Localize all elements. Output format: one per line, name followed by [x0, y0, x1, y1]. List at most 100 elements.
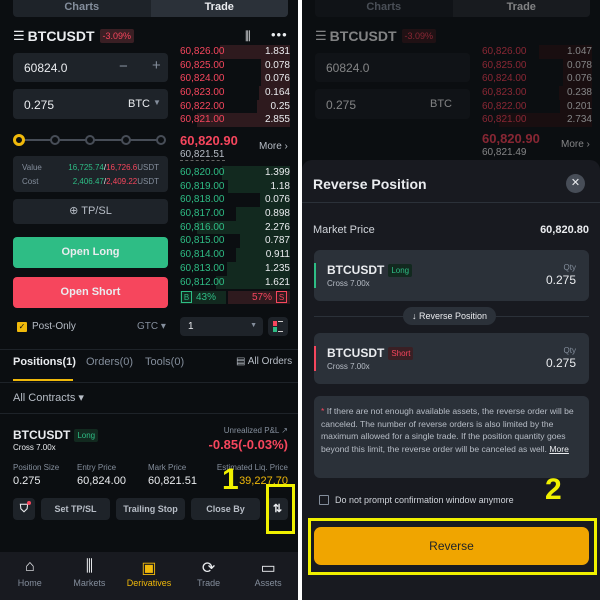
price: 60,816.00	[180, 221, 225, 233]
close-button[interactable]: ✕	[566, 174, 585, 193]
orderbook-row[interactable]: 60,822.00 0.25	[180, 99, 290, 114]
orderbook-row[interactable]: 60,823.00 0.238	[482, 86, 592, 100]
shield-button[interactable]: ⛉	[13, 498, 35, 520]
orderbook-row[interactable]: 60,824.00 0.076	[180, 72, 290, 87]
all-orders-link[interactable]: ▤ All Orders	[236, 356, 292, 367]
tpsl-label: TP/SL	[81, 205, 112, 217]
tab-charts[interactable]: Charts	[13, 0, 151, 17]
price: 60,818.00	[180, 194, 225, 206]
nav-trade[interactable]: ⟳ Trade	[179, 552, 239, 600]
nav-home[interactable]: ⌂ Home	[0, 552, 60, 600]
orderbook-row[interactable]: 60,823.00 0.164	[180, 86, 290, 100]
home-icon: ⌂	[24, 558, 35, 575]
contract-filter[interactable]: All Contracts ▾	[13, 391, 84, 404]
symbol-title: BTCUSDT	[27, 28, 95, 44]
target-position-card: BTCUSDT Short Cross 7.00x Qty 0.275	[314, 333, 589, 384]
orderbook-row[interactable]: 60,824.00 0.076	[482, 72, 592, 87]
more-link[interactable]: More	[549, 444, 569, 454]
orderbook-row[interactable]: 60,814.00 0.911	[180, 248, 290, 262]
share-icon[interactable]: ↗	[281, 426, 288, 435]
plus-icon[interactable]: +	[152, 57, 161, 74]
cost-a: 2,406.47	[72, 177, 104, 186]
amount: 2.734	[566, 114, 592, 126]
orderbook-row[interactable]: 60,818.00 0.076	[180, 193, 290, 208]
open-long-button[interactable]: Open Long	[13, 237, 168, 268]
orderbook-row[interactable]: 60,826.00 1.831	[180, 45, 290, 59]
panel-divider	[298, 0, 302, 600]
dont-prompt-checkbox[interactable]: Do not prompt confirmation window anymor…	[319, 495, 514, 505]
amount: 1.399	[264, 167, 290, 178]
price: 60,820.00	[180, 167, 225, 178]
mark-label: Mark Price	[148, 463, 187, 472]
nav-assets[interactable]: ▭ Assets	[238, 552, 298, 600]
card-qty: 0.275	[545, 356, 576, 370]
orderbook-row[interactable]: 60,821.00 2.734	[482, 113, 592, 128]
position-size: 0.275	[13, 475, 41, 487]
post-only-checkbox[interactable]: ✓ Post-Only	[17, 321, 76, 332]
value-cost-box: Value 16,725.74/16,726.6USDT Cost 2,406.…	[13, 156, 168, 192]
orderbook-row[interactable]: 60,812.00 1.621	[180, 275, 290, 290]
mark-price: 60,821.49	[482, 147, 527, 158]
price: 60,815.00	[180, 235, 225, 247]
price: 60,825.00	[482, 59, 527, 71]
step-label-1: 1	[222, 463, 239, 496]
orderbook-row[interactable]: 60,821.00 2.855	[180, 113, 290, 128]
tpsl-button[interactable]: ⊕ TP/SL	[13, 199, 168, 224]
open-short-button[interactable]: Open Short	[13, 277, 168, 308]
tab-orders[interactable]: Orders(0)	[86, 356, 133, 368]
qty-input[interactable]: 0.275 BTC ▼	[13, 89, 168, 119]
tab-trade[interactable]: Trade	[150, 0, 288, 17]
orderbook-row[interactable]: 60,815.00 0.787	[180, 234, 290, 249]
reverse-dialog-screen: Charts Trade ☰ BTCUSDT -3.09% 60824.0 0.…	[302, 0, 600, 600]
currency: USDT	[137, 163, 159, 172]
active-tab-indicator	[13, 379, 73, 381]
tab-positions[interactable]: Positions(1)	[13, 356, 76, 368]
nav-markets[interactable]: ⫼ Markets	[60, 552, 120, 600]
amount: 0.076	[264, 73, 290, 85]
buy-pct: 43%	[196, 292, 217, 303]
leverage-slider[interactable]	[13, 134, 166, 146]
price-input[interactable]: 60824.0 − +	[13, 53, 168, 82]
short-badge: Short	[388, 347, 414, 361]
dimmed-background[interactable]: Charts Trade ☰ BTCUSDT -3.09% 60824.0 0.…	[302, 0, 600, 160]
cost-b: 2,409.22	[106, 177, 138, 186]
sell-pct: 57%	[252, 292, 273, 303]
set-tpsl-button[interactable]: Set TP/SL	[41, 498, 110, 520]
caret-down-icon: ▼	[153, 98, 161, 107]
orderbook-row[interactable]: 60,817.00 0.898	[180, 207, 290, 221]
minus-icon[interactable]: −	[119, 58, 128, 75]
orderbook-row[interactable]: 60,813.00 1.235	[180, 261, 290, 276]
card-symbol: BTCUSDT	[327, 346, 385, 360]
unit-select[interactable]: BTC	[128, 98, 150, 110]
nav-derivatives[interactable]: ▣ Derivatives	[119, 552, 179, 600]
step-label-2: 2	[545, 473, 562, 506]
card-margin: Cross 7.00x	[327, 279, 370, 288]
orderbook-row[interactable]: 60,819.00 1.18	[180, 179, 290, 194]
more-link[interactable]: More ›	[259, 141, 288, 152]
candlestick-icon[interactable]: ⫼	[245, 29, 251, 44]
tab-tools[interactable]: Tools(0)	[145, 356, 184, 368]
orderbook-row[interactable]: 60,820.00 1.399	[180, 166, 290, 180]
depth-select[interactable]: 1 ▼	[180, 317, 263, 336]
bottom-nav: ⌂ Home ⫼ Markets ▣ Derivatives ⟳ Trade ▭ Asse…	[0, 552, 298, 600]
tif-select[interactable]: GTC ▾	[137, 321, 166, 332]
orderbook-row[interactable]: 60,825.00 0.078	[482, 58, 592, 73]
orderbook-row[interactable]: 60,826.00 1.047	[482, 45, 592, 59]
trailing-stop-button[interactable]: Trailing Stop	[116, 498, 185, 520]
amount: 0.201	[566, 100, 592, 112]
value-a: 16,725.74	[68, 163, 104, 172]
qty-input: 0.275 BTC	[315, 89, 470, 119]
symbol-header: ☰ BTCUSDT -3.09%	[315, 28, 437, 44]
amount: 1.621	[264, 276, 290, 288]
orderbook-row[interactable]: 60,816.00 2.276	[180, 220, 290, 235]
orderbook-row[interactable]: 60,825.00 0.078	[180, 58, 290, 73]
symbol-header[interactable]: ☰ BTCUSDT -3.09%	[13, 28, 135, 44]
close-by-button[interactable]: Close By	[191, 498, 260, 520]
depth-value: 1	[188, 321, 194, 332]
more-icon[interactable]: •••	[271, 27, 288, 42]
orderbook-layout-icon	[273, 321, 277, 326]
orderbook-row[interactable]: 60,822.00 0.201	[482, 99, 592, 114]
layout-toggle[interactable]	[268, 317, 288, 336]
entry-label: Entry Price	[77, 463, 117, 472]
nav-label: Trade	[196, 578, 221, 588]
